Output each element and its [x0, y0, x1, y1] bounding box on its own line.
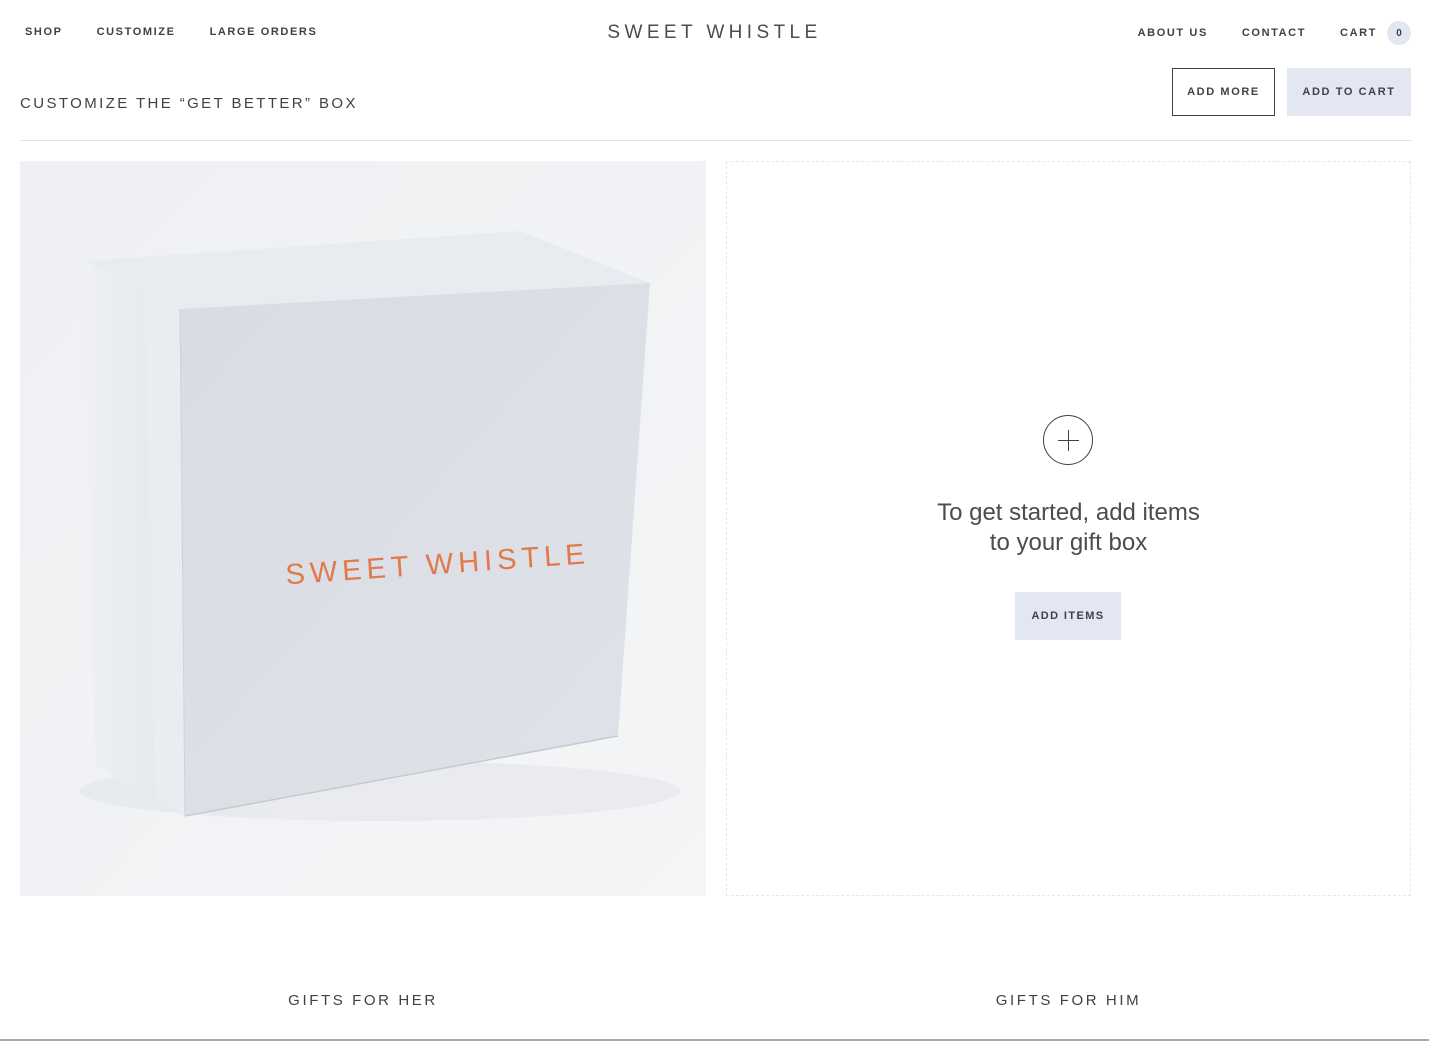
- empty-message-line2: to your gift box: [989, 529, 1148, 556]
- add-item-plus-icon[interactable]: [1043, 415, 1093, 465]
- nav-contact-link[interactable]: CONTACT: [1242, 27, 1306, 39]
- empty-message-line1: To get started, add items: [937, 499, 1200, 526]
- gift-box-illustration: SWEET WHISTLE: [20, 161, 706, 896]
- cart-count-badge: 0: [1387, 21, 1411, 45]
- secondary-nav: ABOUT US CONTACT CART 0: [1104, 21, 1411, 45]
- add-more-button[interactable]: ADD MORE: [1172, 68, 1275, 116]
- empty-state-message: To get started, add items to your gift b…: [727, 498, 1410, 558]
- cart-link[interactable]: CART 0: [1340, 21, 1411, 45]
- gifts-for-her-link[interactable]: GIFTS FOR HER: [20, 992, 706, 1009]
- add-to-cart-button[interactable]: ADD TO CART: [1287, 68, 1411, 116]
- page-header: CUSTOMIZE THE “GET BETTER” BOX ADD MORE …: [20, 68, 1411, 141]
- page-title: CUSTOMIZE THE “GET BETTER” BOX: [20, 95, 358, 112]
- gifts-for-him-link[interactable]: GIFTS FOR HIM: [726, 992, 1411, 1009]
- gift-box-builder: To get started, add items to your gift b…: [726, 161, 1411, 896]
- nav-about-link[interactable]: ABOUT US: [1138, 27, 1208, 39]
- cart-label: CART: [1340, 27, 1377, 39]
- top-nav: SHOP CUSTOMIZE LARGE ORDERS SWEET WHISTL…: [0, 0, 1429, 64]
- product-image: SWEET WHISTLE: [20, 161, 706, 896]
- add-items-button[interactable]: ADD ITEMS: [1015, 592, 1121, 640]
